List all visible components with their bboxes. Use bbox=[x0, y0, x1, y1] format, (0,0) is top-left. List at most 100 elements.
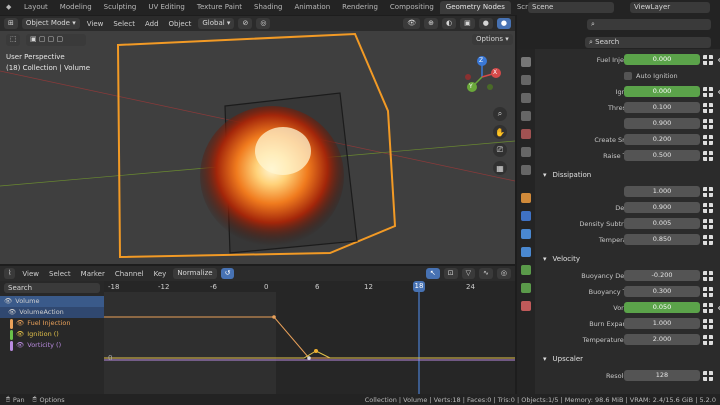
graph-menu-marker[interactable]: Marker bbox=[78, 270, 108, 278]
property-value-field[interactable]: 0.850 bbox=[624, 234, 700, 245]
keyframe-icon[interactable] bbox=[703, 302, 713, 313]
mode-dropdown[interactable]: Object Mode ▾ bbox=[21, 18, 80, 29]
xray-button[interactable]: ▣ bbox=[460, 18, 475, 29]
cursor-tool-icon[interactable]: ↖ bbox=[425, 268, 440, 279]
blender-logo-icon[interactable]: ◆ bbox=[0, 1, 18, 14]
viewport-menu-view[interactable]: View bbox=[84, 20, 107, 28]
property-value-field[interactable]: 0.900 bbox=[624, 202, 700, 213]
panel-header-velocity[interactable]: ▾ Velocity bbox=[543, 252, 720, 266]
keyframe-icon[interactable] bbox=[703, 150, 713, 161]
select-tool-icon[interactable]: ⬚ bbox=[6, 34, 20, 46]
keyframe-icon[interactable] bbox=[703, 118, 713, 129]
keyframe-icon[interactable] bbox=[703, 286, 713, 297]
workspace-tab-animation[interactable]: Animation bbox=[288, 1, 336, 14]
keyframe-icon[interactable] bbox=[703, 318, 713, 329]
channel-search-input[interactable]: Search bbox=[4, 283, 100, 293]
viewport-menu-add[interactable]: Add bbox=[142, 20, 162, 28]
outliner-search-input[interactable]: ⌕ bbox=[587, 19, 711, 30]
camera-icon[interactable]: ⎚ bbox=[493, 143, 507, 157]
normalize-sync-icon[interactable]: ↺ bbox=[220, 268, 235, 279]
keyframe-icon[interactable] bbox=[703, 234, 713, 245]
channel-volume-action[interactable]: 👁 VolumeAction bbox=[0, 307, 104, 318]
output-tab-icon[interactable] bbox=[521, 93, 531, 103]
data-tab-icon[interactable] bbox=[521, 283, 531, 293]
keyframe-icon[interactable] bbox=[703, 86, 713, 97]
scene-selector[interactable]: Scene bbox=[528, 2, 614, 13]
graph-menu-key[interactable]: Key bbox=[151, 270, 170, 278]
snapping-icon[interactable]: ∿ bbox=[479, 268, 493, 279]
proportional-edit-icon[interactable]: ◎ bbox=[496, 268, 511, 279]
keyframe-icon[interactable] bbox=[703, 334, 713, 345]
keyframe-icon[interactable] bbox=[703, 270, 713, 281]
property-value-field[interactable]: 0.500 bbox=[624, 150, 700, 161]
eye-icon[interactable]: 👁 bbox=[16, 318, 24, 329]
shading-rendered-button[interactable]: ● bbox=[496, 18, 511, 29]
eye-icon[interactable]: 👁 bbox=[4, 296, 12, 307]
workspace-tab-compositing[interactable]: Compositing bbox=[384, 1, 440, 14]
workspace-tab-layout[interactable]: Layout bbox=[18, 1, 54, 14]
material-tab-icon[interactable] bbox=[521, 301, 531, 311]
property-value-field[interactable]: 0.050 bbox=[624, 302, 700, 313]
workspace-tab-uv-editing[interactable]: UV Editing bbox=[142, 1, 191, 14]
property-value-field[interactable]: 0.900 bbox=[624, 118, 700, 129]
proportional-toggle[interactable]: ◎ bbox=[256, 18, 271, 29]
object-tab-icon[interactable] bbox=[521, 193, 531, 203]
property-value-field[interactable]: -0.200 bbox=[624, 270, 700, 281]
normalize-toggle[interactable]: Normalize bbox=[173, 268, 217, 279]
graph-menu-view[interactable]: View bbox=[19, 270, 42, 278]
workspace-tab-sculpting[interactable]: Sculpting bbox=[98, 1, 143, 14]
property-value-field[interactable]: 0.100 bbox=[624, 102, 700, 113]
viewport-menu-select[interactable]: Select bbox=[110, 20, 138, 28]
snap-toggle[interactable]: ⊘ bbox=[238, 18, 253, 29]
auto-ignition-checkbox[interactable] bbox=[624, 71, 632, 80]
graph-menu-select[interactable]: Select bbox=[46, 270, 74, 278]
eye-icon[interactable]: 👁 bbox=[16, 329, 24, 340]
zoom-icon[interactable]: ⌕ bbox=[493, 107, 507, 121]
properties-search-input[interactable]: ⌕ Search bbox=[585, 37, 711, 48]
filter-icon[interactable]: ▽ bbox=[461, 268, 476, 279]
render-tab-icon[interactable] bbox=[521, 75, 531, 85]
property-value-field[interactable]: 0.000 bbox=[624, 54, 700, 65]
workspace-tab-geometry-nodes[interactable]: Geometry Nodes bbox=[439, 1, 511, 14]
workspace-tab-modeling[interactable]: Modeling bbox=[54, 1, 98, 14]
tool-tab-icon[interactable] bbox=[521, 57, 531, 67]
panel-header-upscaler[interactable]: ▾ Upscaler bbox=[543, 352, 720, 366]
panel-header-dissipation[interactable]: ▾ Dissipation bbox=[543, 168, 720, 182]
keyframe-icon[interactable] bbox=[703, 218, 713, 229]
constraints-tab-icon[interactable] bbox=[521, 265, 531, 275]
scene-tab-icon[interactable] bbox=[521, 129, 531, 139]
property-value-field[interactable]: 0.200 bbox=[624, 134, 700, 145]
property-value-field[interactable]: 0.000 bbox=[624, 86, 700, 97]
keyframe-icon[interactable] bbox=[703, 54, 713, 65]
view-layer-tab-icon[interactable] bbox=[521, 111, 531, 121]
property-value-field[interactable]: 128 bbox=[624, 370, 700, 381]
keyframe-icon[interactable] bbox=[703, 134, 713, 145]
visibility-button[interactable]: 👁 bbox=[403, 18, 421, 29]
graph-area[interactable]: -18 -12 -6 0 6 12 24 18 0 bbox=[104, 281, 515, 394]
view-layer-selector[interactable]: ViewLayer bbox=[630, 2, 710, 13]
orientation-dropdown[interactable]: Global ▾ bbox=[198, 18, 235, 29]
gizmo-button[interactable]: ⊕ bbox=[424, 18, 439, 29]
workspace-tab-texture-paint[interactable]: Texture Paint bbox=[191, 1, 248, 14]
property-value-field[interactable]: 1.000 bbox=[624, 318, 700, 329]
options-button[interactable]: Options ▾ bbox=[472, 34, 513, 45]
keyframe-icon[interactable] bbox=[703, 186, 713, 197]
property-value-field[interactable]: 0.300 bbox=[624, 286, 700, 297]
channel-fuel-injection[interactable]: 👁 Fuel Injection bbox=[0, 318, 104, 329]
eye-icon[interactable]: 👁 bbox=[8, 307, 16, 318]
keyframe-icon[interactable] bbox=[703, 202, 713, 213]
editor-type-button[interactable]: ⊞ bbox=[4, 18, 18, 29]
collection-tab-icon[interactable] bbox=[521, 165, 531, 175]
keyframe-icon[interactable] bbox=[703, 102, 713, 113]
pan-hand-icon[interactable]: ✋ bbox=[493, 125, 507, 139]
3d-viewport[interactable]: User Perspective (18) Collection | Volum… bbox=[0, 31, 515, 264]
select-mode-buttons[interactable]: ▣ ▢ ▢ ▢ bbox=[26, 34, 86, 46]
graph-menu-channel[interactable]: Channel bbox=[112, 270, 147, 278]
overlay-button[interactable]: ◐ bbox=[442, 18, 457, 29]
property-value-field[interactable]: 0.005 bbox=[624, 218, 700, 229]
property-value-field[interactable]: 1.000 bbox=[624, 186, 700, 197]
pivot-icon[interactable]: ⊡ bbox=[443, 268, 458, 279]
keyframe-icon[interactable] bbox=[703, 370, 713, 381]
channel-ignition[interactable]: 👁 Ignition () bbox=[0, 329, 104, 340]
viewport-menu-object[interactable]: Object bbox=[166, 20, 195, 28]
